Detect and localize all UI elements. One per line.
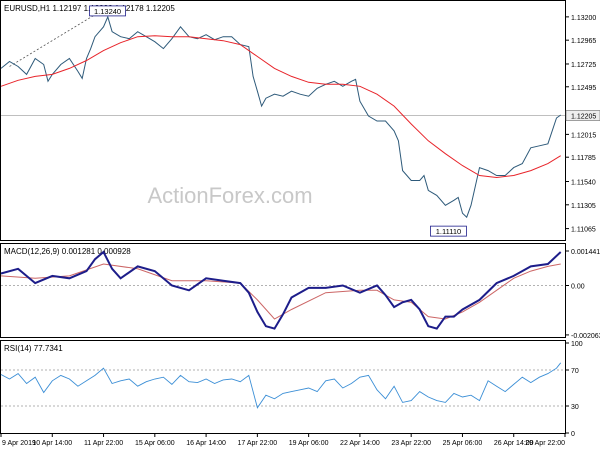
y-tick-label: 1.11305: [571, 203, 596, 210]
x-tick-label: 16 Apr 14:00: [186, 440, 226, 447]
macd-series-line: [0, 250, 562, 330]
y-tick-label: 0.00: [571, 284, 585, 291]
x-tick-label: 15 Apr 06:00: [135, 440, 175, 447]
x-tick-label: 22 Apr 14:00: [340, 440, 380, 447]
x-tick-label: 25 Apr 06:00: [443, 440, 483, 447]
x-tick-label: 19 Apr 06:00: [289, 440, 329, 447]
current-price-label: 1.12205: [571, 114, 596, 121]
y-tick-label: 0.001441: [571, 249, 600, 256]
x-tick-label: 11 Apr 22:00: [84, 440, 123, 447]
y-tick-label: 1.11785: [571, 155, 596, 162]
macd-panel-frame: [0, 243, 566, 338]
x-tick-label: 9 Apr 2019: [2, 440, 36, 447]
y-tick-label: 70: [571, 368, 579, 375]
y-tick-label: 100: [571, 341, 583, 348]
y-tick-label: 1.12965: [571, 38, 596, 45]
rsi-title: RSI(14) 77.7341: [4, 344, 63, 353]
price-axis: 1.13200 1.12965 1.12725 1.12495 1.12205 1.120…: [565, 15, 600, 234]
y-tick-label: 1.11540: [571, 179, 596, 186]
macd-axis: 0.001441 0.00 -0.002063: [565, 249, 600, 340]
rsi-axis: 100 70 30 0: [565, 341, 583, 438]
rsi-lines: [0, 362, 565, 409]
y-tick-label: -0.002063: [571, 333, 600, 340]
time-axis: 9 Apr 201910 Apr 14:00 11 Apr 22:00 15 Apr…: [0, 434, 566, 447]
y-tick-label: 1.12495: [571, 85, 596, 92]
macd-title: MACD(12,26,9) 0.001281 0.000928: [4, 247, 131, 256]
y-tick-label: 1.12725: [571, 62, 596, 69]
chart-root: ActionForex.com EURUSD,H1 1.12197 1.1223…: [0, 0, 600, 450]
rsi-panel-frame: [0, 340, 566, 434]
x-tick-label: 10 Apr 14:00: [32, 440, 72, 447]
y-tick-label: 1.12015: [571, 132, 596, 139]
y-tick-label: 1.13200: [571, 15, 596, 22]
x-tick-label: 29 Apr 22:00: [525, 440, 565, 447]
chart-svg: ActionForex.com EURUSD,H1 1.12197 1.1223…: [0, 0, 600, 447]
macd-lines: [0, 250, 565, 330]
y-tick-label: 30: [571, 404, 579, 411]
x-tick-label: 23 Apr 22:00: [391, 440, 431, 447]
y-tick-label: 0: [571, 431, 575, 438]
watermark: ActionForex.com: [147, 183, 312, 208]
price-annotation-label: 1.11110: [436, 227, 461, 236]
rsi-series-line: [0, 362, 562, 409]
ma-series-line: [0, 35, 561, 179]
price-annotation-label: 1.13240: [94, 7, 121, 16]
x-tick-label: 17 Apr 22:00: [238, 440, 278, 447]
y-tick-label: 1.11065: [571, 227, 596, 234]
